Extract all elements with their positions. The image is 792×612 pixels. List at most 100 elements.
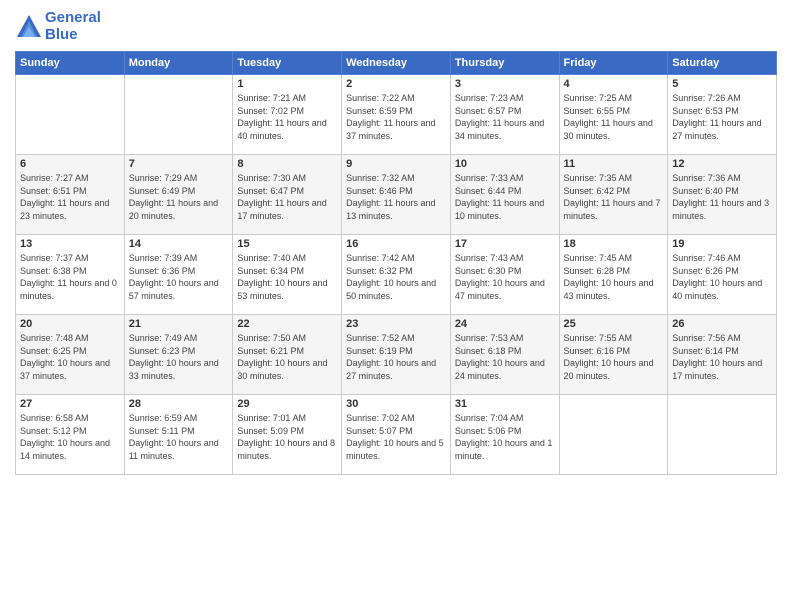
day-cell: 13 Sunrise: 7:37 AMSunset: 6:38 PMDayligh… bbox=[16, 235, 125, 315]
day-number: 4 bbox=[564, 78, 664, 90]
day-cell: 10 Sunrise: 7:33 AMSunset: 6:44 PMDayligh… bbox=[450, 155, 559, 235]
day-number: 28 bbox=[129, 398, 229, 410]
col-header-wednesday: Wednesday bbox=[342, 52, 451, 75]
day-info: Sunrise: 7:45 AMSunset: 6:28 PMDaylight:… bbox=[564, 252, 664, 302]
day-cell: 30 Sunrise: 7:02 AMSunset: 5:07 PMDayligh… bbox=[342, 395, 451, 475]
day-cell: 7 Sunrise: 7:29 AMSunset: 6:49 PMDaylight… bbox=[124, 155, 233, 235]
day-cell: 12Sunrise: 7:36 AMSunset: 6:40 PMDayligh… bbox=[668, 155, 777, 235]
day-number: 29 bbox=[237, 398, 337, 410]
day-cell: 2Sunrise: 7:22 AMSunset: 6:59 PMDaylight… bbox=[342, 75, 451, 155]
day-number: 17 bbox=[455, 238, 555, 250]
week-row-4: 20 Sunrise: 7:48 AMSunset: 6:25 PMDayligh… bbox=[16, 315, 777, 395]
day-cell: 5 Sunrise: 7:26 AMSunset: 6:53 PMDaylight… bbox=[668, 75, 777, 155]
day-cell: 29Sunrise: 7:01 AMSunset: 5:09 PMDayligh… bbox=[233, 395, 342, 475]
day-info: Sunrise: 7:29 AMSunset: 6:49 PMDaylight:… bbox=[129, 172, 229, 222]
day-info: Sunrise: 6:58 AMSunset: 5:12 PMDaylight:… bbox=[20, 412, 120, 462]
day-info: Sunrise: 7:04 AMSunset: 5:06 PMDaylight:… bbox=[455, 412, 555, 462]
day-number: 15 bbox=[237, 238, 337, 250]
day-info: Sunrise: 7:46 AMSunset: 6:26 PMDaylight:… bbox=[672, 252, 772, 302]
col-header-thursday: Thursday bbox=[450, 52, 559, 75]
day-cell: 11 Sunrise: 7:35 AMSunset: 6:42 PMDayligh… bbox=[559, 155, 668, 235]
day-cell: 25Sunrise: 7:55 AMSunset: 6:16 PMDayligh… bbox=[559, 315, 668, 395]
day-cell: 28 Sunrise: 6:59 AMSunset: 5:11 PMDayligh… bbox=[124, 395, 233, 475]
day-info: Sunrise: 7:39 AMSunset: 6:36 PMDaylight:… bbox=[129, 252, 229, 302]
day-number: 21 bbox=[129, 318, 229, 330]
day-info: Sunrise: 7:25 AMSunset: 6:55 PMDaylight:… bbox=[564, 92, 664, 142]
day-number: 10 bbox=[455, 158, 555, 170]
week-row-5: 27 Sunrise: 6:58 AMSunset: 5:12 PMDayligh… bbox=[16, 395, 777, 475]
day-number: 5 bbox=[672, 78, 772, 90]
calendar-table: SundayMondayTuesdayWednesdayThursdayFrid… bbox=[15, 51, 777, 475]
day-cell: 22 Sunrise: 7:50 AMSunset: 6:21 PMDayligh… bbox=[233, 315, 342, 395]
day-cell: 15Sunrise: 7:40 AMSunset: 6:34 PMDayligh… bbox=[233, 235, 342, 315]
day-number: 22 bbox=[237, 318, 337, 330]
week-row-2: 6 Sunrise: 7:27 AMSunset: 6:51 PMDaylight… bbox=[16, 155, 777, 235]
day-info: Sunrise: 7:26 AMSunset: 6:53 PMDaylight:… bbox=[672, 92, 772, 142]
day-cell bbox=[668, 395, 777, 475]
week-row-3: 13 Sunrise: 7:37 AMSunset: 6:38 PMDayligh… bbox=[16, 235, 777, 315]
day-number: 12 bbox=[672, 158, 772, 170]
day-info: Sunrise: 7:37 AMSunset: 6:38 PMDaylight:… bbox=[20, 252, 120, 302]
day-number: 16 bbox=[346, 238, 446, 250]
day-info: Sunrise: 7:55 AMSunset: 6:16 PMDaylight:… bbox=[564, 332, 664, 382]
day-info: Sunrise: 7:48 AMSunset: 6:25 PMDaylight:… bbox=[20, 332, 120, 382]
day-cell: 17 Sunrise: 7:43 AMSunset: 6:30 PMDayligh… bbox=[450, 235, 559, 315]
col-header-sunday: Sunday bbox=[16, 52, 125, 75]
day-number: 9 bbox=[346, 158, 446, 170]
day-info: Sunrise: 7:32 AMSunset: 6:46 PMDaylight:… bbox=[346, 172, 446, 222]
day-number: 3 bbox=[455, 78, 555, 90]
day-info: Sunrise: 7:27 AMSunset: 6:51 PMDaylight:… bbox=[20, 172, 120, 222]
day-info: Sunrise: 7:42 AMSunset: 6:32 PMDaylight:… bbox=[346, 252, 446, 302]
day-number: 6 bbox=[20, 158, 120, 170]
logo-text: General Blue bbox=[45, 10, 101, 43]
day-number: 23 bbox=[346, 318, 446, 330]
day-info: Sunrise: 7:56 AMSunset: 6:14 PMDaylight:… bbox=[672, 332, 772, 382]
day-cell: 20 Sunrise: 7:48 AMSunset: 6:25 PMDayligh… bbox=[16, 315, 125, 395]
day-info: Sunrise: 7:22 AMSunset: 6:59 PMDaylight:… bbox=[346, 92, 446, 142]
day-number: 1 bbox=[237, 78, 337, 90]
day-info: Sunrise: 7:49 AMSunset: 6:23 PMDaylight:… bbox=[129, 332, 229, 382]
day-number: 31 bbox=[455, 398, 555, 410]
day-cell: 4 Sunrise: 7:25 AMSunset: 6:55 PMDaylight… bbox=[559, 75, 668, 155]
day-number: 30 bbox=[346, 398, 446, 410]
day-info: Sunrise: 7:30 AMSunset: 6:47 PMDaylight:… bbox=[237, 172, 337, 222]
day-number: 13 bbox=[20, 238, 120, 250]
day-number: 20 bbox=[20, 318, 120, 330]
day-cell: 16 Sunrise: 7:42 AMSunset: 6:32 PMDayligh… bbox=[342, 235, 451, 315]
day-info: Sunrise: 7:33 AMSunset: 6:44 PMDaylight:… bbox=[455, 172, 555, 222]
header-row: SundayMondayTuesdayWednesdayThursdayFrid… bbox=[16, 52, 777, 75]
day-cell: 31 Sunrise: 7:04 AMSunset: 5:06 PMDayligh… bbox=[450, 395, 559, 475]
day-number: 24 bbox=[455, 318, 555, 330]
col-header-tuesday: Tuesday bbox=[233, 52, 342, 75]
day-number: 27 bbox=[20, 398, 120, 410]
day-info: Sunrise: 7:50 AMSunset: 6:21 PMDaylight:… bbox=[237, 332, 337, 382]
day-cell: 3 Sunrise: 7:23 AMSunset: 6:57 PMDaylight… bbox=[450, 75, 559, 155]
day-cell bbox=[16, 75, 125, 155]
day-cell: 6 Sunrise: 7:27 AMSunset: 6:51 PMDaylight… bbox=[16, 155, 125, 235]
header: General Blue bbox=[15, 10, 777, 43]
day-info: Sunrise: 7:35 AMSunset: 6:42 PMDaylight:… bbox=[564, 172, 664, 222]
day-info: Sunrise: 7:02 AMSunset: 5:07 PMDaylight:… bbox=[346, 412, 446, 462]
day-cell: 19 Sunrise: 7:46 AMSunset: 6:26 PMDayligh… bbox=[668, 235, 777, 315]
day-number: 11 bbox=[564, 158, 664, 170]
day-info: Sunrise: 7:21 AMSunset: 7:02 PMDaylight:… bbox=[237, 92, 337, 142]
day-cell bbox=[559, 395, 668, 475]
day-info: Sunrise: 7:43 AMSunset: 6:30 PMDaylight:… bbox=[455, 252, 555, 302]
day-info: Sunrise: 7:52 AMSunset: 6:19 PMDaylight:… bbox=[346, 332, 446, 382]
day-cell: 8 Sunrise: 7:30 AMSunset: 6:47 PMDaylight… bbox=[233, 155, 342, 235]
day-info: Sunrise: 6:59 AMSunset: 5:11 PMDaylight:… bbox=[129, 412, 229, 462]
day-cell: 1 Sunrise: 7:21 AMSunset: 7:02 PMDaylight… bbox=[233, 75, 342, 155]
day-cell bbox=[124, 75, 233, 155]
day-number: 8 bbox=[237, 158, 337, 170]
col-header-saturday: Saturday bbox=[668, 52, 777, 75]
day-cell: 26Sunrise: 7:56 AMSunset: 6:14 PMDayligh… bbox=[668, 315, 777, 395]
day-number: 19 bbox=[672, 238, 772, 250]
day-cell: 24 Sunrise: 7:53 AMSunset: 6:18 PMDayligh… bbox=[450, 315, 559, 395]
week-row-1: 1 Sunrise: 7:21 AMSunset: 7:02 PMDaylight… bbox=[16, 75, 777, 155]
day-info: Sunrise: 7:23 AMSunset: 6:57 PMDaylight:… bbox=[455, 92, 555, 142]
day-number: 7 bbox=[129, 158, 229, 170]
day-info: Sunrise: 7:53 AMSunset: 6:18 PMDaylight:… bbox=[455, 332, 555, 382]
day-cell: 23 Sunrise: 7:52 AMSunset: 6:19 PMDayligh… bbox=[342, 315, 451, 395]
col-header-friday: Friday bbox=[559, 52, 668, 75]
page: General Blue SundayMondayTuesdayWednesda… bbox=[0, 0, 792, 612]
